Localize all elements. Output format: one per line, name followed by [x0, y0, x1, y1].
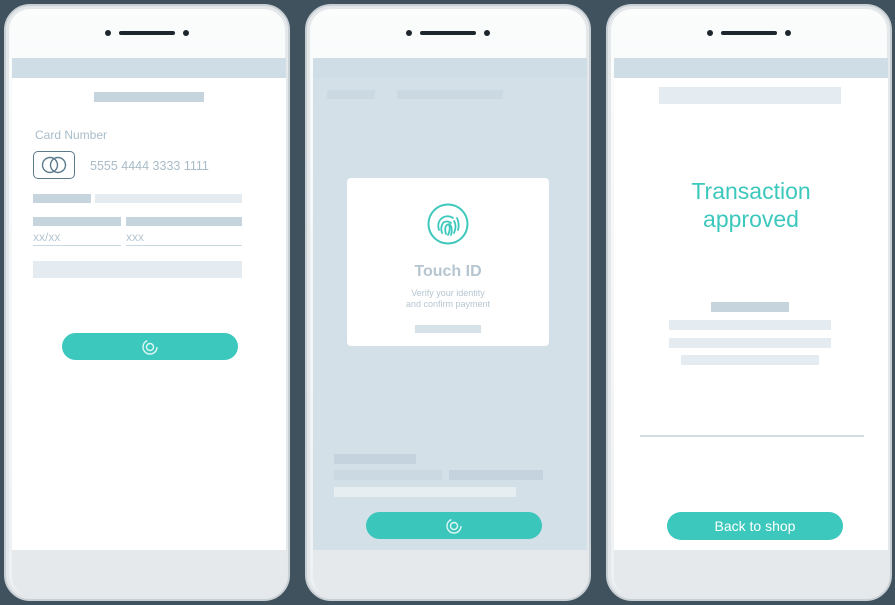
touch-id-dialog: Touch ID Verify your identity and confir…	[347, 178, 549, 346]
home-area	[313, 550, 587, 597]
speaker	[406, 30, 490, 36]
pay-button[interactable]	[62, 333, 238, 360]
home-area	[614, 550, 888, 597]
header-placeholder	[94, 92, 204, 102]
cancel-placeholder[interactable]	[415, 325, 481, 333]
cvv-label-placeholder	[126, 217, 242, 226]
pay-button[interactable]	[366, 512, 542, 539]
fingerprint-icon[interactable]	[427, 203, 469, 245]
touch-id-subtitle-1: Verify your identity	[411, 288, 485, 298]
approved-title-1: Transaction	[691, 178, 811, 204]
content-placeholder	[449, 470, 543, 480]
speaker	[707, 30, 791, 36]
spinner-icon	[142, 338, 158, 355]
summary-placeholder	[681, 355, 819, 365]
status-bar	[12, 58, 286, 78]
card-number-value[interactable]: 5555 4444 3333 1111	[90, 159, 209, 173]
expiry-label-placeholder	[33, 217, 121, 226]
approved-title-2: approved	[703, 206, 799, 232]
field-value-placeholder	[95, 194, 242, 203]
phone-approved: Transaction approved Back to shop	[606, 4, 892, 601]
card-number-label: Card Number	[35, 128, 108, 142]
payment-screen: Card Number 5555 4444 3333 1111 xx/xx xx…	[12, 58, 286, 550]
header-placeholder	[327, 90, 375, 99]
name-field-placeholder[interactable]	[33, 261, 242, 278]
approved-screen: Transaction approved Back to shop	[614, 58, 888, 550]
status-bar	[313, 58, 587, 78]
content-placeholder	[334, 454, 416, 464]
summary-placeholder	[711, 302, 789, 312]
summary-placeholder	[669, 338, 831, 348]
card-brand-icon	[33, 151, 75, 179]
expiry-field[interactable]: xx/xx	[33, 230, 121, 246]
phone-payment: Card Number 5555 4444 3333 1111 xx/xx xx…	[4, 4, 290, 601]
summary-placeholder	[669, 320, 831, 330]
field-label-placeholder	[33, 194, 91, 203]
speaker	[105, 30, 189, 36]
touch-id-subtitle-2: and confirm payment	[405, 299, 491, 309]
spinner-icon	[446, 517, 462, 534]
cvv-field[interactable]: xxx	[126, 230, 242, 246]
home-area	[12, 550, 286, 597]
header-placeholder	[659, 87, 841, 104]
divider	[640, 435, 864, 437]
status-bar	[614, 58, 888, 78]
content-placeholder	[334, 470, 442, 480]
phone-touch-id: Touch ID Verify your identity and confir…	[305, 4, 591, 601]
content-placeholder	[334, 487, 516, 497]
back-to-shop-button[interactable]: Back to shop	[667, 512, 843, 540]
header-placeholder	[397, 90, 503, 99]
touch-id-screen: Touch ID Verify your identity and confir…	[313, 58, 587, 550]
touch-id-title: Touch ID	[414, 263, 482, 280]
